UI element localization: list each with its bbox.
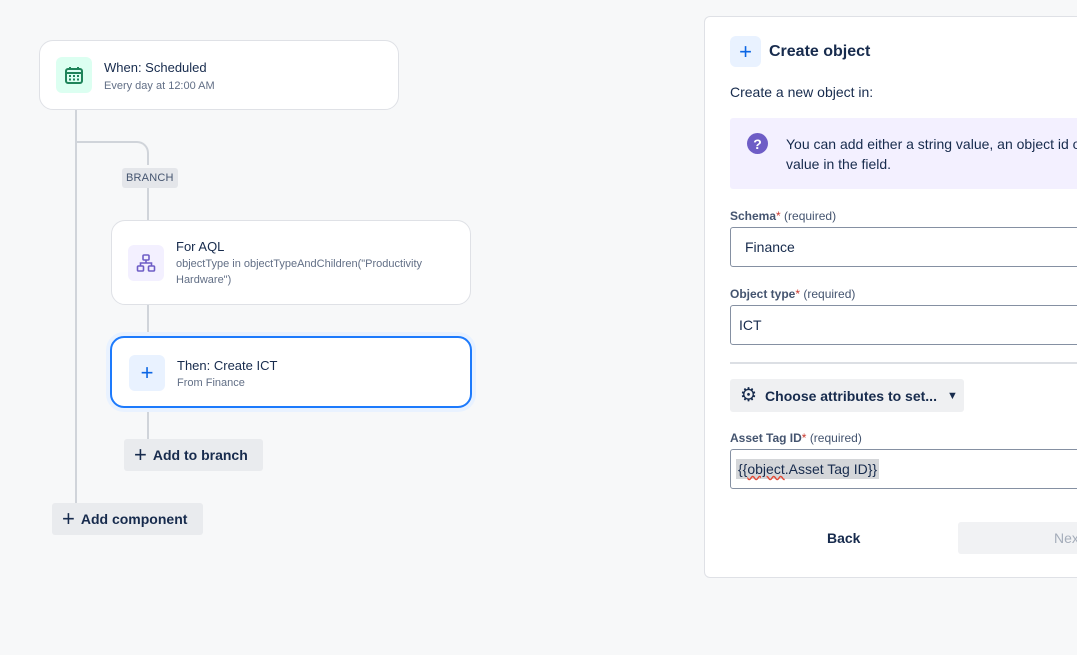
object-type-select[interactable]: ICT [730, 305, 1077, 345]
aql-subtitle: objectType in objectTypeAndChildren("Pro… [176, 258, 423, 286]
object-type-label-text: Object type [730, 287, 796, 301]
token-word: object [747, 461, 785, 477]
divider [730, 362, 1077, 364]
plus-icon: + [129, 355, 165, 391]
flow-connector-branch-1 [147, 188, 149, 221]
token-prefix: {{ [738, 461, 748, 477]
info-line-1: You can add either a string value, an ob… [786, 136, 1077, 152]
question-icon: ? [747, 133, 768, 154]
panel-title: Create object [769, 43, 871, 60]
create-object-panel: + Create object Create a new object in: … [704, 16, 1077, 578]
schema-select[interactable]: Finance [730, 227, 1077, 267]
asset-tag-label-text: Asset Tag ID [730, 431, 802, 445]
plus-icon: + [730, 36, 761, 67]
gear-icon: ⚙ [740, 385, 758, 406]
flow-connector-branch-2 [147, 304, 149, 337]
next-button[interactable]: Next [958, 522, 1077, 554]
info-line-2: value in the field. [786, 156, 892, 172]
chevron-down-icon: ▼ [946, 389, 958, 402]
object-type-required-text: (required) [803, 287, 856, 301]
aql-title: For AQL [176, 239, 225, 254]
schema-label: Schema* (required) [730, 209, 836, 223]
trigger-card[interactable]: When: Scheduled Every day at 12:00 AM [39, 40, 399, 110]
object-type-value: ICT [739, 317, 762, 333]
create-ict-title: Then: Create ICT [177, 358, 278, 373]
add-to-branch-label: Add to branch [152, 447, 248, 463]
panel-subtitle: Create a new object in: [730, 84, 874, 100]
object-type-label: Object type* (required) [730, 287, 855, 301]
schema-value: Finance [745, 239, 795, 255]
hierarchy-icon [128, 245, 164, 281]
trigger-title: When: Scheduled [104, 60, 207, 75]
create-ict-subtitle: From Finance [177, 377, 245, 389]
token-rest: .Asset Tag ID}} [784, 461, 878, 477]
plus-icon: + [62, 506, 75, 531]
info-text: You can add either a string value, an ob… [786, 134, 1077, 174]
info-message: ? You can add either a string value, an … [730, 118, 1077, 189]
aql-card[interactable]: For AQL objectType in objectTypeAndChild… [111, 220, 471, 305]
choose-attributes-label: Choose attributes to set... [765, 387, 937, 404]
calendar-icon [56, 57, 92, 93]
required-asterisk: * [801, 431, 807, 445]
back-button[interactable]: Back [827, 530, 860, 546]
add-component-label: Add component [80, 511, 188, 527]
asset-tag-required-text: (required) [809, 431, 862, 445]
add-component-button[interactable]: + Add component [52, 503, 203, 535]
schema-required-text: (required) [784, 209, 837, 223]
asset-tag-input[interactable]: {{object.Asset Tag ID}} [730, 449, 1077, 489]
choose-attributes-button[interactable]: ⚙ Choose attributes to set... ▼ [730, 379, 964, 412]
flow-connector-branch-curve [75, 141, 149, 165]
smart-value-token: {{object.Asset Tag ID}} [736, 459, 880, 479]
flow-connector-main [75, 108, 77, 504]
add-to-branch-button[interactable]: + Add to branch [124, 439, 263, 471]
trigger-subtitle: Every day at 12:00 AM [104, 80, 215, 92]
schema-label-text: Schema [730, 209, 777, 223]
required-asterisk: * [795, 287, 801, 301]
branch-label: BRANCH [122, 168, 178, 188]
flow-connector-branch-3 [147, 407, 149, 440]
create-ict-card[interactable]: + Then: Create ICT From Finance [110, 336, 472, 408]
plus-icon: + [134, 442, 147, 467]
asset-tag-label: Asset Tag ID* (required) [730, 431, 862, 445]
required-asterisk: * [776, 209, 781, 223]
